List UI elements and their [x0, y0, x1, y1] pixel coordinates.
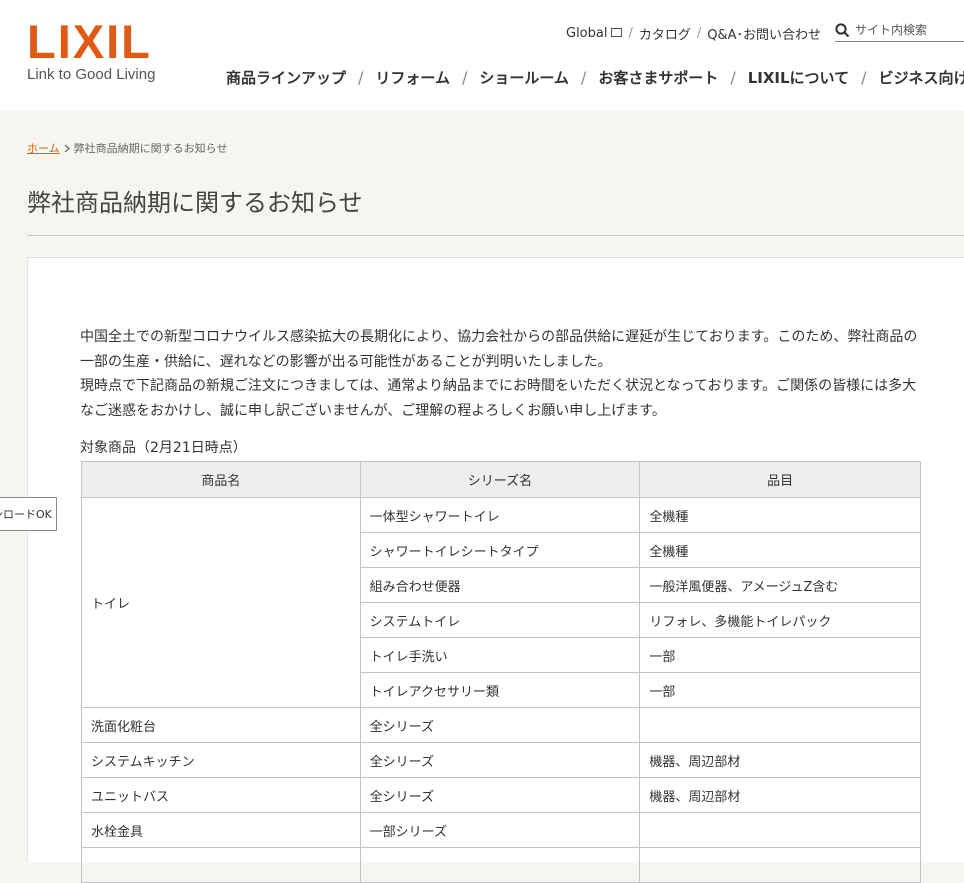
- table-row: システムキッチン 全シリーズ 機器、周辺部材: [81, 742, 921, 778]
- external-window-icon: [611, 27, 623, 37]
- nav-item-products[interactable]: 商品ラインアップ: [226, 67, 346, 88]
- item-cell: [639, 847, 921, 883]
- nav-separator: /: [461, 67, 468, 87]
- series-cell: シャワートイレシートタイプ: [359, 532, 641, 568]
- series-cell: 全シリーズ: [359, 742, 641, 778]
- series-cell: 一部シリーズ: [359, 812, 641, 848]
- series-cell: 全シリーズ: [359, 777, 641, 813]
- floating-tab-label: ンロードOK: [0, 508, 52, 521]
- series-cell: トイレ手洗い: [359, 637, 641, 673]
- breadcrumb: ホーム 弊社商品納期に関するお知らせ: [27, 140, 227, 156]
- notice-text: 中国全土での新型コロナウイルス感染拡大の長期化により、協力会社からの部品供給に遅…: [80, 325, 925, 423]
- table-row: 水栓金具 一部シリーズ: [81, 812, 921, 848]
- catalog-link[interactable]: カタログ: [639, 24, 691, 43]
- search-input[interactable]: [855, 23, 959, 37]
- item-cell: 機器、周辺部材: [639, 777, 921, 813]
- site-header: LIXIL Link to Good Living Global / カタログ …: [0, 0, 964, 111]
- item-cell: 一部: [639, 672, 921, 708]
- column-header-product: 商品名: [81, 461, 361, 498]
- breadcrumb-home-link[interactable]: ホーム: [27, 140, 60, 156]
- nav-separator: /: [580, 67, 587, 87]
- product-cell: システムキッチン: [81, 742, 361, 778]
- product-cell: 水栓金具: [81, 812, 361, 848]
- logo-tagline: Link to Good Living: [27, 66, 156, 83]
- nav-separator: /: [861, 67, 867, 87]
- nav-separator: /: [358, 67, 364, 87]
- breadcrumb-current: 弊社商品納期に関するお知らせ: [73, 142, 228, 155]
- table-header-row: 商品名 シリーズ名 品目: [81, 461, 921, 498]
- table-row: トイレ 一体型シャワートイレ 全機種: [81, 497, 921, 708]
- item-cell: [639, 707, 921, 743]
- series-cell: 一体型シャワートイレ: [359, 497, 641, 533]
- item-cell: 一部: [639, 637, 921, 673]
- global-link[interactable]: Global: [566, 26, 623, 41]
- item-cell: 一般洋風便器、アメージュZ含む: [639, 567, 921, 603]
- item-cell: [639, 812, 921, 848]
- product-cell: [81, 847, 361, 883]
- column-header-series: シリーズ名: [359, 461, 641, 498]
- product-cell: ユニットバス: [81, 777, 361, 813]
- notice-paragraph: 中国全土での新型コロナウイルス感染拡大の長期化により、協力会社からの部品供給に遅…: [80, 329, 918, 370]
- series-cell: 全シリーズ: [359, 707, 641, 743]
- table-row: [81, 847, 921, 883]
- series-cell: 組み合わせ便器: [359, 567, 641, 603]
- utility-separator: /: [696, 25, 702, 41]
- utility-nav: Global / カタログ / Q&A･お問い合わせ: [566, 24, 821, 43]
- table-row: 洗面化粧台 全シリーズ: [81, 707, 921, 743]
- utility-separator: /: [628, 25, 633, 41]
- notice-paragraph: 現時点で下記商品の新規ご注文につきましては、通常より納品までにお時間をいただく状…: [80, 378, 917, 419]
- nav-separator: /: [730, 67, 736, 87]
- title-divider: [27, 235, 964, 236]
- nav-item-reform[interactable]: リフォーム: [375, 67, 450, 88]
- site-search: [835, 19, 964, 42]
- nav-item-business[interactable]: ビジネス向け: [879, 67, 964, 88]
- nav-item-about[interactable]: LIXILについて: [748, 67, 849, 88]
- series-cell: [359, 847, 641, 883]
- affected-products-table: 商品名 シリーズ名 品目 トイレ 一体型シャワートイレ 全機種 シャワートイレシ…: [81, 461, 921, 883]
- table-row: ユニットバス 全シリーズ 機器、周辺部材: [81, 777, 921, 813]
- product-cell: トイレ: [81, 497, 361, 708]
- global-nav: 商品ラインアップ / リフォーム / ショールーム / お客さまサポート / L…: [226, 66, 964, 88]
- item-cell: 全機種: [639, 497, 921, 533]
- lixil-logo[interactable]: LIXIL: [27, 18, 152, 65]
- download-floating-tab[interactable]: ンロードOK: [0, 497, 57, 531]
- item-cell: 機器、周辺部材: [639, 742, 921, 778]
- series-cell: システムトイレ: [359, 602, 641, 638]
- series-cell: トイレアクセサリー類: [359, 672, 641, 708]
- product-cell: 洗面化粧台: [81, 707, 361, 743]
- nav-item-showroom[interactable]: ショールーム: [479, 67, 569, 88]
- column-header-item: 品目: [639, 461, 921, 498]
- chevron-right-icon: [64, 144, 70, 152]
- page-title: 弊社商品納期に関するお知らせ: [27, 189, 363, 217]
- faq-contact-link[interactable]: Q&A･お問い合わせ: [707, 24, 821, 43]
- search-icon[interactable]: [835, 22, 850, 38]
- nav-item-support[interactable]: お客さまサポート: [598, 67, 718, 88]
- item-cell: リフォレ、多機能トイレパック: [639, 602, 921, 638]
- table-heading: 対象商品（2月21日時点）: [80, 440, 247, 456]
- item-cell: 全機種: [639, 532, 921, 568]
